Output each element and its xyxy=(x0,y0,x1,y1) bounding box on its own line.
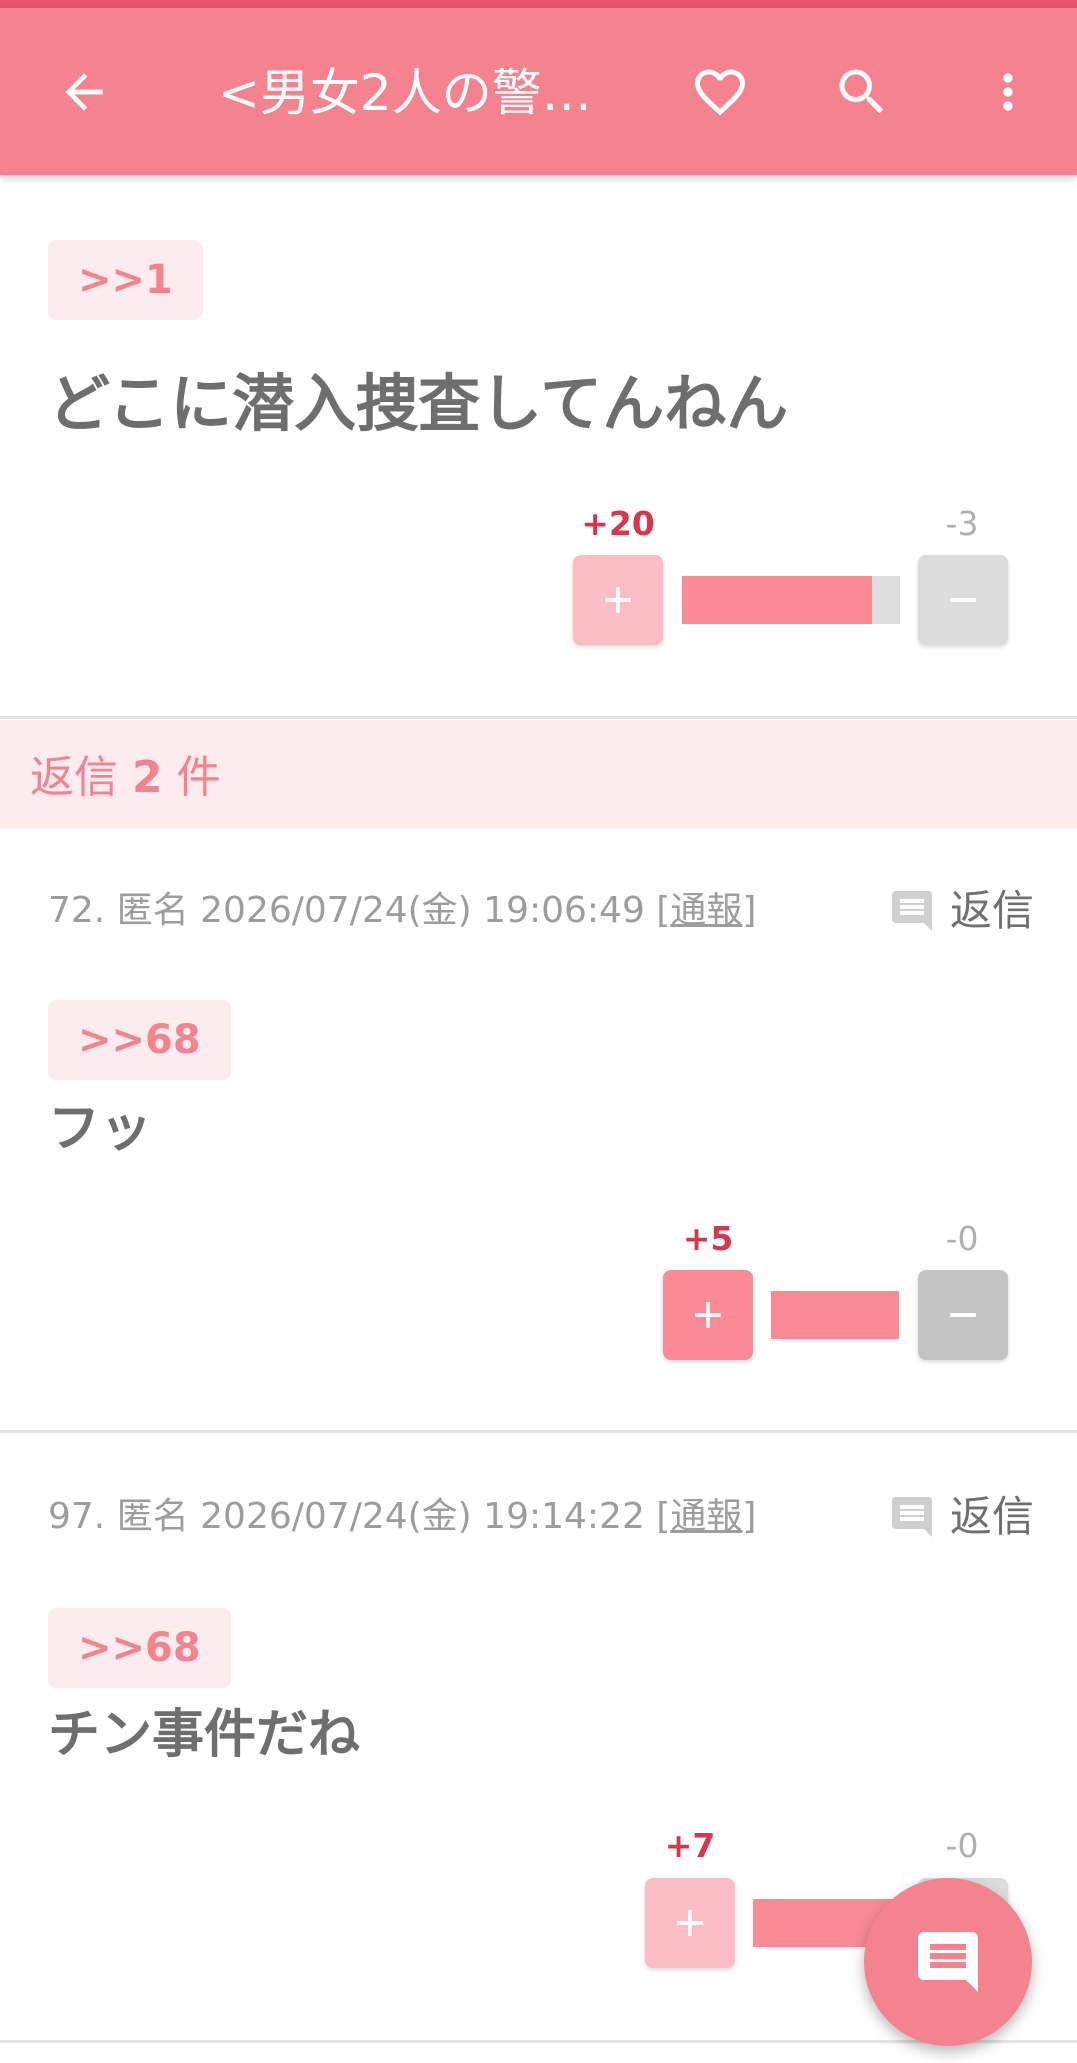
comment-icon xyxy=(888,887,936,935)
reply-plus-button[interactable] xyxy=(645,1878,735,1968)
reply-meta: 72. 匿名 2026/07/24(金) 19:06:49 [通報] xyxy=(48,890,757,931)
reply-minus-count: -0 xyxy=(945,1219,979,1258)
reply-minus-button[interactable] xyxy=(918,1270,1008,1360)
more-vert-icon xyxy=(1003,73,1013,111)
replies-count-label: 返信 2 件 xyxy=(30,752,221,803)
reply-quote-link[interactable]: >>68 xyxy=(48,1608,231,1688)
arrow-back-icon xyxy=(65,73,103,111)
comment-icon xyxy=(918,1932,978,1992)
reply-plus-count: +5 xyxy=(682,1219,734,1258)
parent-vote-bar-fill xyxy=(682,576,872,624)
parent-quote-link[interactable]: >>1 xyxy=(48,240,203,320)
comment-icon xyxy=(888,1493,936,1541)
parent-minus-count: -3 xyxy=(945,504,979,543)
parent-vote-bar xyxy=(682,576,900,624)
report-link[interactable]: 通報 xyxy=(670,890,742,931)
search-button[interactable] xyxy=(816,46,908,138)
search-icon xyxy=(839,69,884,114)
reply-button[interactable]: 返信 xyxy=(888,884,1034,938)
heart-outline-icon xyxy=(695,69,745,116)
minus-icon xyxy=(950,1313,976,1317)
reply-body: フッ xyxy=(48,1099,153,1159)
parent-post-body: どこに潜入捜査してんねん xyxy=(48,367,789,440)
plus-icon xyxy=(605,587,631,613)
favorite-button[interactable] xyxy=(674,46,766,138)
reply-plus-count: +7 xyxy=(664,1826,716,1865)
divider xyxy=(0,2040,1077,2043)
more-menu-button[interactable] xyxy=(962,46,1054,138)
replies-header: 返信 2 件 xyxy=(0,720,1077,828)
plus-icon xyxy=(677,1910,703,1936)
minus-icon xyxy=(950,598,976,602)
status-strip xyxy=(0,0,1077,8)
reply-minus-count: -0 xyxy=(945,1826,979,1865)
reply-plus-button[interactable] xyxy=(663,1270,753,1360)
reply-vote-bar xyxy=(771,1291,899,1339)
report-link[interactable]: 通報 xyxy=(670,1496,742,1537)
divider xyxy=(0,716,1077,719)
reply-vote-bar-fill xyxy=(771,1291,899,1339)
parent-plus-button[interactable] xyxy=(573,555,663,645)
divider xyxy=(0,1430,1077,1433)
back-button[interactable] xyxy=(38,46,130,138)
parent-minus-button[interactable] xyxy=(918,555,1008,645)
page-title: <男女2人の警察官が… xyxy=(218,64,638,122)
post-comment-fab[interactable] xyxy=(864,1878,1032,2046)
reply-meta: 97. 匿名 2026/07/24(金) 19:14:22 [通報] xyxy=(48,1496,757,1537)
reply-body: チン事件だね xyxy=(48,1705,361,1765)
reply-quote-link[interactable]: >>68 xyxy=(48,1000,231,1080)
app-bar: <男女2人の警察官が… xyxy=(0,8,1077,175)
parent-plus-count: +20 xyxy=(581,504,655,543)
reply-button[interactable]: 返信 xyxy=(888,1490,1034,1544)
plus-icon xyxy=(695,1302,721,1328)
